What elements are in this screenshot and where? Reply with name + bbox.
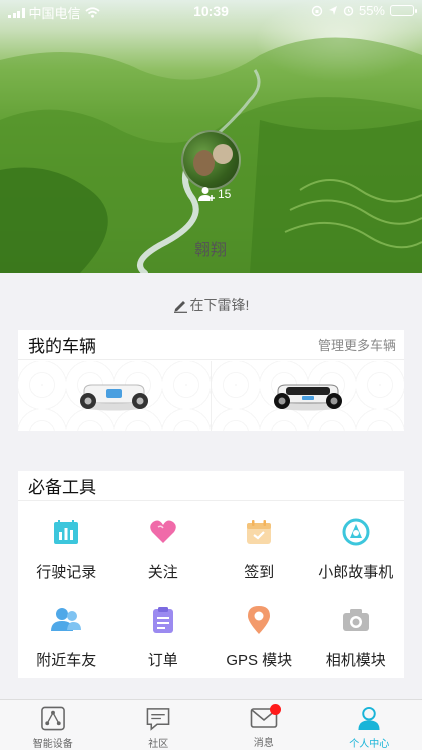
tool-order[interactable]: 订单 — [115, 591, 212, 679]
unread-badge — [270, 704, 281, 715]
battery-icon — [390, 5, 417, 16]
tool-label: 订单 — [147, 652, 178, 669]
username: 翱翔 — [193, 242, 228, 259]
order-icon — [148, 605, 178, 635]
my-vehicles-card: 我的车辆 管理更多车辆 — [18, 330, 404, 431]
tab-smart-device[interactable]: 智能设备 — [0, 700, 106, 750]
location-arrow-icon — [328, 6, 337, 15]
tool-label: GPS 模块 — [226, 652, 293, 669]
nearby-friends-icon — [51, 605, 82, 635]
tab-personal-center[interactable]: 个人中心 — [317, 700, 422, 750]
signature[interactable]: 在下雷锋! — [0, 295, 422, 315]
tool-gps-module[interactable]: GPS 模块 — [211, 591, 308, 679]
followers-icon — [198, 187, 215, 201]
tool-follow[interactable]: 关注 — [115, 503, 212, 591]
person-icon — [358, 706, 380, 731]
tab-messages[interactable]: 消息 — [211, 700, 317, 750]
vehicle-item[interactable] — [210, 361, 404, 431]
location-pin-icon — [244, 605, 274, 635]
battery-percent: 55% — [358, 3, 385, 18]
tab-label: 社区 — [148, 739, 169, 750]
hoverboard-black-icon — [273, 384, 342, 411]
tab-label: 智能设备 — [32, 739, 73, 750]
vehicle-item[interactable] — [18, 361, 211, 431]
tools-grid: 行驶记录 关注 签到 小郎故事机 附近车友 订单 GPS 模块 相机模块 — [18, 503, 404, 679]
tool-checkin[interactable]: 签到 — [211, 503, 308, 591]
tool-camera-module[interactable]: 相机模块 — [308, 591, 405, 679]
avatar[interactable] — [181, 130, 241, 190]
alarm-icon — [343, 6, 354, 16]
tool-nearby-friends[interactable]: 附近车友 — [18, 591, 115, 679]
tab-label: 个人中心 — [349, 739, 390, 750]
community-icon — [146, 708, 170, 731]
calendar-checkin-icon — [244, 517, 274, 547]
tool-story-machine[interactable]: 小郎故事机 — [308, 503, 405, 591]
orientation-lock-icon — [311, 5, 323, 16]
edit-pencil-icon — [173, 300, 187, 313]
tool-label: 相机模块 — [325, 652, 386, 669]
tab-label: 消息 — [253, 738, 274, 749]
tool-label: 关注 — [147, 564, 178, 581]
follow-count[interactable]: 15 — [198, 186, 231, 202]
smart-device-icon — [40, 706, 65, 731]
signature-text: 在下雷锋! — [189, 297, 250, 313]
driving-record-icon — [51, 517, 81, 547]
tool-driving-record[interactable]: 行驶记录 — [18, 503, 115, 591]
hoverboard-white-icon — [80, 384, 149, 411]
tool-label: 行驶记录 — [36, 564, 97, 581]
tab-community[interactable]: 社区 — [106, 700, 212, 750]
camera-icon — [341, 605, 371, 635]
tool-label: 小郎故事机 — [318, 564, 394, 581]
status-bar: 中国电信 10:39 55% — [0, 0, 422, 22]
manage-vehicles-link[interactable]: 管理更多车辆 — [318, 335, 396, 354]
story-machine-icon — [341, 517, 371, 547]
bottom-tab-bar: 智能设备 社区 消息 个人中心 — [0, 699, 422, 750]
my-vehicles-title: 我的车辆 — [28, 337, 96, 356]
heart-icon — [148, 517, 178, 547]
tool-label: 附近车友 — [36, 652, 97, 669]
tool-label: 签到 — [244, 564, 275, 581]
follow-count-value: 15 — [218, 187, 232, 201]
essential-tools-card: 必备工具 行驶记录 关注 签到 小郎故事机 附近车友 订单 GPS 模块 相机模… — [18, 471, 404, 678]
essential-tools-title: 必备工具 — [28, 478, 96, 497]
